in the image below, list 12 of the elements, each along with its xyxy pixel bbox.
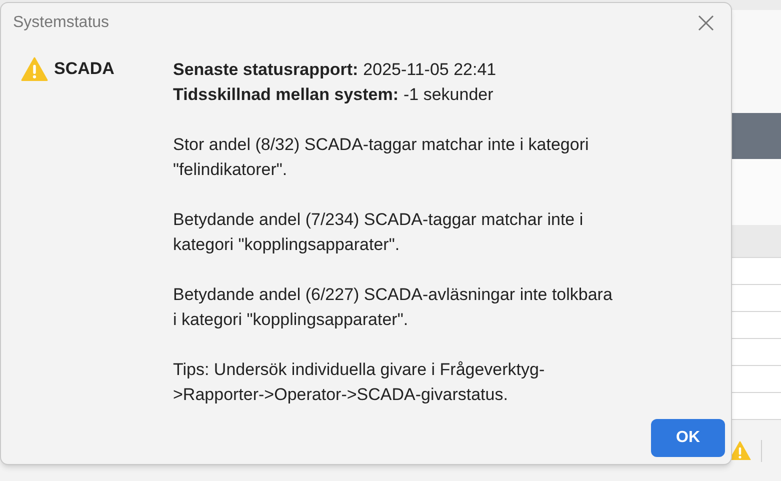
status-message: Tips: Undersök individuella givare i Frågeverktyg->Rapporter->Operator->SCADA-givarstatus. [173,359,546,406]
status-message: Stor andel (8/32) SCADA-taggar matchar inte i kategori "felindikatorer". [173,134,590,181]
status-message: Betydande andel (6/227) SCADA-avläsningar inte tolkbara i kategori "kopplingsapparater". [173,284,614,331]
ok-button[interactable]: OK [651,419,725,457]
field-value: 2025-11-05 22:41 [363,59,496,81]
dialog-title: Systemstatus [13,13,110,33]
field-label: Senaste statusrapport: [173,59,358,81]
status-message: Betydande andel (7/234) SCADA-taggar matchar inte i kategori "kopplingsapparater". [173,209,584,256]
warning-icon [21,57,48,82]
field-value: -1 sekunder [404,84,494,106]
field-label: Tidsskillnad mellan system: [173,84,398,106]
source-label: SCADA [54,58,114,80]
